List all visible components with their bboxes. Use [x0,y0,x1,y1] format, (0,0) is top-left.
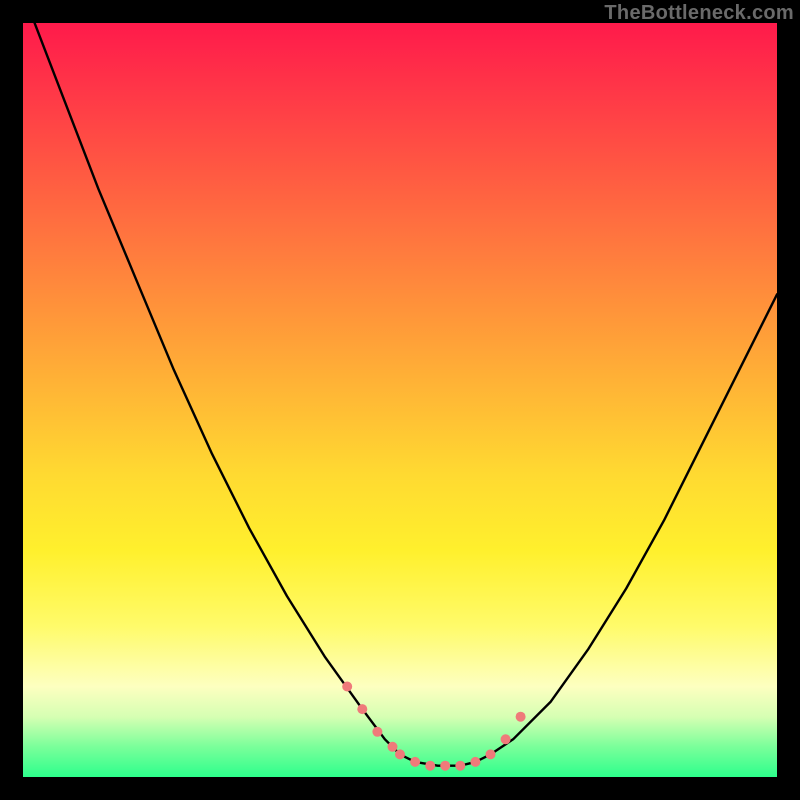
marker-point [455,761,465,771]
marker-point [425,761,435,771]
curve-line [23,23,777,766]
marker-point [395,749,405,759]
chart-frame: { "watermark": "TheBottleneck.com", "cha… [0,0,800,800]
marker-point [440,761,450,771]
marker-point [372,727,382,737]
marker-point [516,712,526,722]
marker-point [486,749,496,759]
marker-point [410,757,420,767]
marker-point [357,704,367,714]
marker-point [388,742,398,752]
marker-point [342,682,352,692]
marker-point [470,757,480,767]
highlight-markers [342,682,525,771]
curve-path [23,23,777,766]
watermark-text: TheBottleneck.com [604,2,794,25]
marker-point [501,734,511,744]
plot-area [23,23,777,777]
chart-svg [23,23,777,777]
